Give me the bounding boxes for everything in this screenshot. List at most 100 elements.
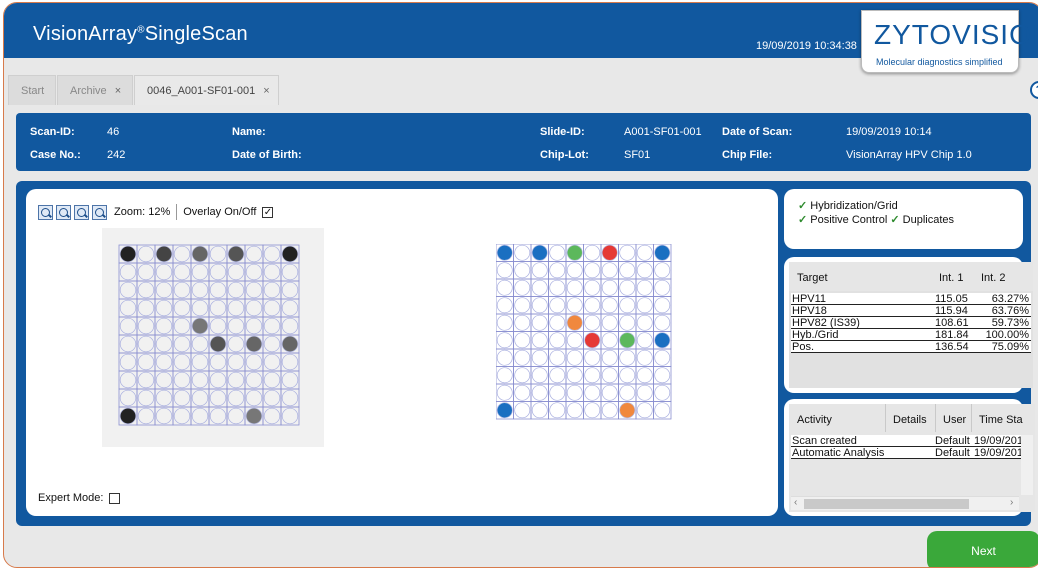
- date-of-scan-label: Date of Scan:: [722, 126, 793, 138]
- table-row[interactable]: Pos. 136.54 75.09%: [791, 341, 1031, 353]
- table-row[interactable]: Hyb./Grid 181.84 100.00%: [791, 329, 1031, 341]
- detected-spot[interactable]: [585, 333, 600, 348]
- toolbar-divider: [176, 204, 178, 220]
- table-row[interactable]: HPV18 115.94 63.76%: [791, 305, 1031, 317]
- spot-outline: [619, 314, 636, 331]
- scroll-left-icon[interactable]: ‹: [794, 497, 797, 508]
- grid-cell: [495, 296, 514, 315]
- col-activity[interactable]: Activity: [797, 414, 832, 426]
- spot-outline: [654, 402, 671, 419]
- detected-spot[interactable]: [120, 246, 136, 262]
- spot-outline: [636, 332, 653, 349]
- spot-outline: [514, 244, 531, 261]
- spot-outline: [654, 349, 671, 366]
- table-row[interactable]: Automatic Analysis Default 19/09/201: [791, 447, 1023, 459]
- spot-outline: [636, 262, 653, 279]
- slide-id-value: A001-SF01-001: [624, 126, 702, 138]
- overlay-checkbox[interactable]: ✓: [262, 206, 274, 218]
- table-row[interactable]: Scan created Default 19/09/201: [791, 435, 1023, 447]
- spot-outline: [531, 297, 548, 314]
- registered-mark: ®: [137, 24, 145, 36]
- scroll-right-icon[interactable]: ›: [1010, 497, 1013, 508]
- grid-cell: [635, 401, 654, 420]
- grid-cell: [583, 261, 602, 280]
- zoom-in-icon[interactable]: [38, 204, 53, 220]
- detected-spot[interactable]: [246, 408, 262, 424]
- grid-cell: [653, 383, 672, 402]
- close-icon[interactable]: ×: [115, 85, 121, 97]
- detected-spot[interactable]: [497, 403, 513, 418]
- scrollbar-thumb[interactable]: [804, 499, 969, 509]
- logo-wordmark: ZYTOVISION: [874, 19, 1038, 50]
- detected-spot[interactable]: [567, 245, 583, 261]
- horizontal-scrollbar[interactable]: ‹ ›: [791, 496, 1019, 510]
- col-int1[interactable]: Int. 1: [939, 272, 963, 284]
- int1-value: 181.84: [935, 329, 969, 341]
- spot-outline: [514, 332, 531, 349]
- col-user[interactable]: User: [943, 414, 966, 426]
- detected-spot[interactable]: [655, 333, 670, 348]
- grid-cell: [513, 366, 532, 385]
- spot-outline: [619, 297, 636, 314]
- grid-cell: [600, 313, 619, 332]
- detected-spot[interactable]: [282, 336, 298, 352]
- spot-outline: [601, 297, 618, 314]
- zoom-level: Zoom: 12%: [114, 206, 171, 218]
- spot-outline: [566, 279, 583, 296]
- target-name: Pos.: [792, 341, 815, 353]
- tab-scan-label: 0046_A001-SF01-001: [147, 85, 256, 97]
- grid-cell: [513, 401, 532, 420]
- expert-mode-checkbox[interactable]: [109, 492, 121, 504]
- tab-start[interactable]: Start: [8, 75, 56, 105]
- zoom-fit-icon[interactable]: [74, 204, 89, 220]
- grid-cell: [653, 366, 672, 385]
- grid-cell: [548, 296, 567, 315]
- detected-spot[interactable]: [210, 336, 226, 352]
- detected-spot[interactable]: [246, 336, 262, 352]
- spot-outline: [566, 332, 583, 349]
- zoom-reset-icon[interactable]: [92, 204, 107, 220]
- spot-outline: [636, 367, 653, 384]
- tab-archive[interactable]: Archive ×: [57, 75, 133, 105]
- detected-spot[interactable]: [192, 318, 208, 334]
- detected-spot[interactable]: [228, 246, 244, 262]
- grid-cell: [565, 366, 584, 385]
- detected-spot[interactable]: [567, 315, 583, 331]
- col-target[interactable]: Target: [797, 272, 828, 284]
- grid-cell: [600, 366, 619, 385]
- detected-spot[interactable]: [192, 246, 208, 262]
- detected-spot[interactable]: [620, 403, 635, 418]
- detected-spot[interactable]: [655, 245, 670, 261]
- spot-outline: [636, 279, 653, 296]
- target-table: Target Int. 1 Int. 2 HPV11 115.05 63.27% HP…: [789, 262, 1033, 388]
- tab-scan-0046[interactable]: 0046_A001-SF01-001 ×: [134, 75, 279, 105]
- next-button[interactable]: Next: [927, 531, 1038, 567]
- detected-spot[interactable]: [282, 246, 298, 262]
- table-row[interactable]: HPV82 (IS39) 108.61 59.73%: [791, 317, 1031, 329]
- detected-spot[interactable]: [120, 408, 136, 424]
- col-int2[interactable]: Int. 2: [981, 272, 1005, 284]
- vertical-scrollbar[interactable]: [1021, 435, 1033, 495]
- detected-spot[interactable]: [497, 245, 513, 261]
- grid-cell: [548, 331, 567, 350]
- col-details[interactable]: Details: [893, 414, 927, 426]
- zoom-out-icon[interactable]: [56, 204, 71, 220]
- activity-table-header: Activity Details User Time Sta: [789, 404, 1035, 432]
- spot-outline: [601, 314, 618, 331]
- detected-spot[interactable]: [156, 246, 172, 262]
- col-time-stamp[interactable]: Time Sta: [979, 414, 1023, 426]
- detected-spot[interactable]: [532, 245, 548, 261]
- close-icon[interactable]: ×: [263, 85, 269, 97]
- detected-spot[interactable]: [602, 245, 618, 261]
- overlay-grid[interactable]: [495, 243, 672, 423]
- spot-outline: [654, 384, 671, 401]
- detected-spot[interactable]: [620, 333, 635, 348]
- grid-cell: [530, 296, 549, 315]
- table-row[interactable]: HPV11 115.05 63.27%: [791, 293, 1031, 305]
- spot-outline: [549, 384, 566, 401]
- raw-scan-image[interactable]: [102, 228, 324, 450]
- grid-cell: [548, 261, 567, 280]
- grid-cell: [600, 401, 619, 420]
- spot-outline: [584, 349, 601, 366]
- spot-outline: [566, 402, 583, 419]
